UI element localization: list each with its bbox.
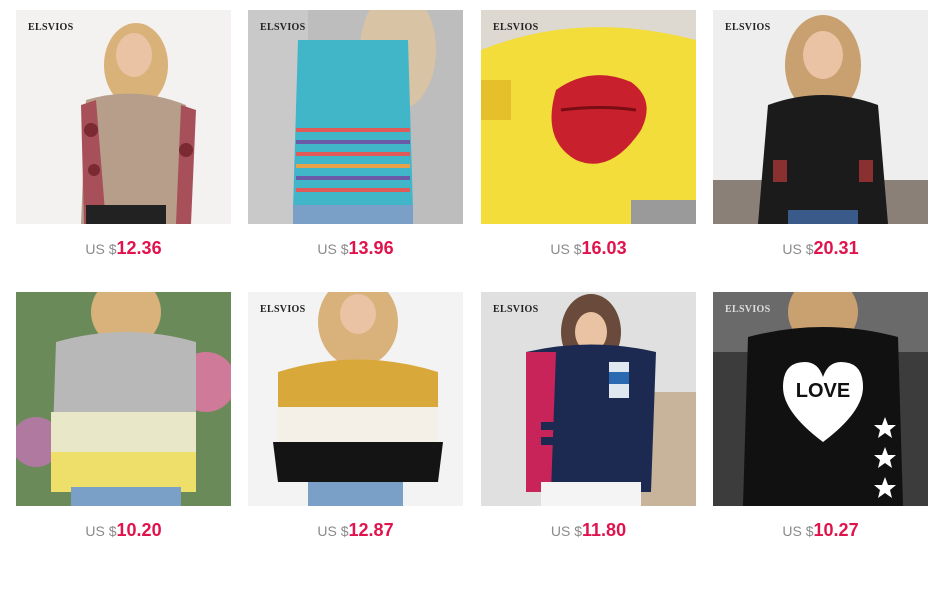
price-amount: 12.36 [116, 238, 162, 258]
price: US $16.03 [481, 238, 696, 259]
svg-text:LOVE: LOVE [796, 380, 850, 402]
price: US $10.20 [16, 520, 231, 541]
product-image[interactable] [16, 292, 231, 506]
price-amount: 13.96 [348, 238, 394, 258]
product-grid: ELSVIOS US $12.36 ELSVIOS US $13.96 ELSV… [0, 0, 943, 591]
brand-label: ELSVIOS [260, 22, 306, 33]
price: US $12.36 [16, 238, 231, 259]
brand-label: ELSVIOS [725, 304, 771, 315]
brand-label: ELSVIOS [725, 22, 771, 33]
product-image[interactable]: ELSVIOS [16, 10, 231, 224]
price: US $11.80 [481, 520, 696, 541]
product-card[interactable]: ELSVIOS US $13.96 [248, 10, 463, 259]
product-card[interactable]: ELSVIOS US $12.36 [16, 10, 231, 259]
currency-label: US $ [550, 241, 582, 257]
price: US $10.27 [713, 520, 928, 541]
price: US $13.96 [248, 238, 463, 259]
price-amount: 20.31 [813, 238, 859, 258]
product-image[interactable]: ELSVIOS [713, 10, 928, 224]
currency-label: US $ [317, 241, 349, 257]
brand-label: ELSVIOS [493, 304, 539, 315]
currency-label: US $ [782, 523, 814, 539]
price-amount: 12.87 [348, 520, 394, 540]
currency-label: US $ [782, 241, 814, 257]
product-image[interactable]: ELSVIOS [481, 292, 696, 506]
price-amount: 10.27 [813, 520, 859, 540]
brand-label: ELSVIOS [493, 22, 539, 33]
price: US $20.31 [713, 238, 928, 259]
price-amount: 16.03 [581, 238, 627, 258]
price-amount: 11.80 [582, 520, 627, 540]
product-card[interactable]: US $10.20 [16, 292, 231, 541]
product-card[interactable]: ELSVIOS US $20.31 [713, 10, 928, 259]
price: US $12.87 [248, 520, 463, 541]
product-image[interactable]: LOVE ELSVIOS [713, 292, 928, 506]
product-image[interactable]: ELSVIOS [248, 292, 463, 506]
price-amount: 10.20 [116, 520, 162, 540]
currency-label: US $ [550, 523, 583, 539]
product-card[interactable]: ELSVIOS US $11.80 [481, 292, 696, 541]
currency-label: US $ [85, 241, 117, 257]
product-image[interactable]: ELSVIOS [481, 10, 696, 224]
product-image[interactable]: ELSVIOS [248, 10, 463, 224]
brand-label: ELSVIOS [260, 304, 306, 315]
product-card[interactable]: ELSVIOS US $12.87 [248, 292, 463, 541]
currency-label: US $ [85, 523, 117, 539]
product-card[interactable]: ELSVIOS US $16.03 [481, 10, 696, 259]
brand-label: ELSVIOS [28, 22, 74, 33]
currency-label: US $ [317, 523, 349, 539]
product-card[interactable]: LOVE ELSVIOS US $10.27 [713, 292, 928, 541]
